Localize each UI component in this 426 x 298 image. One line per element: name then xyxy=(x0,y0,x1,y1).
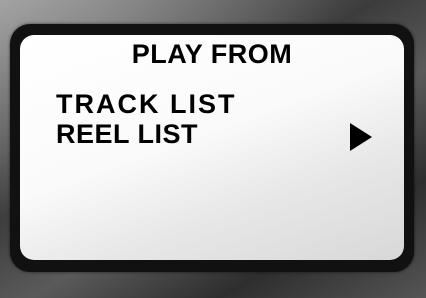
menu-item-reel-list[interactable]: REEL LIST xyxy=(56,119,198,150)
lcd-screen: PLAY FROM TRACK LIST REEL LIST xyxy=(20,35,404,260)
play-arrow-icon xyxy=(350,123,372,151)
menu-item-track-list[interactable]: TRACK LIST xyxy=(56,89,236,120)
screen-title: PLAY FROM xyxy=(131,39,293,69)
